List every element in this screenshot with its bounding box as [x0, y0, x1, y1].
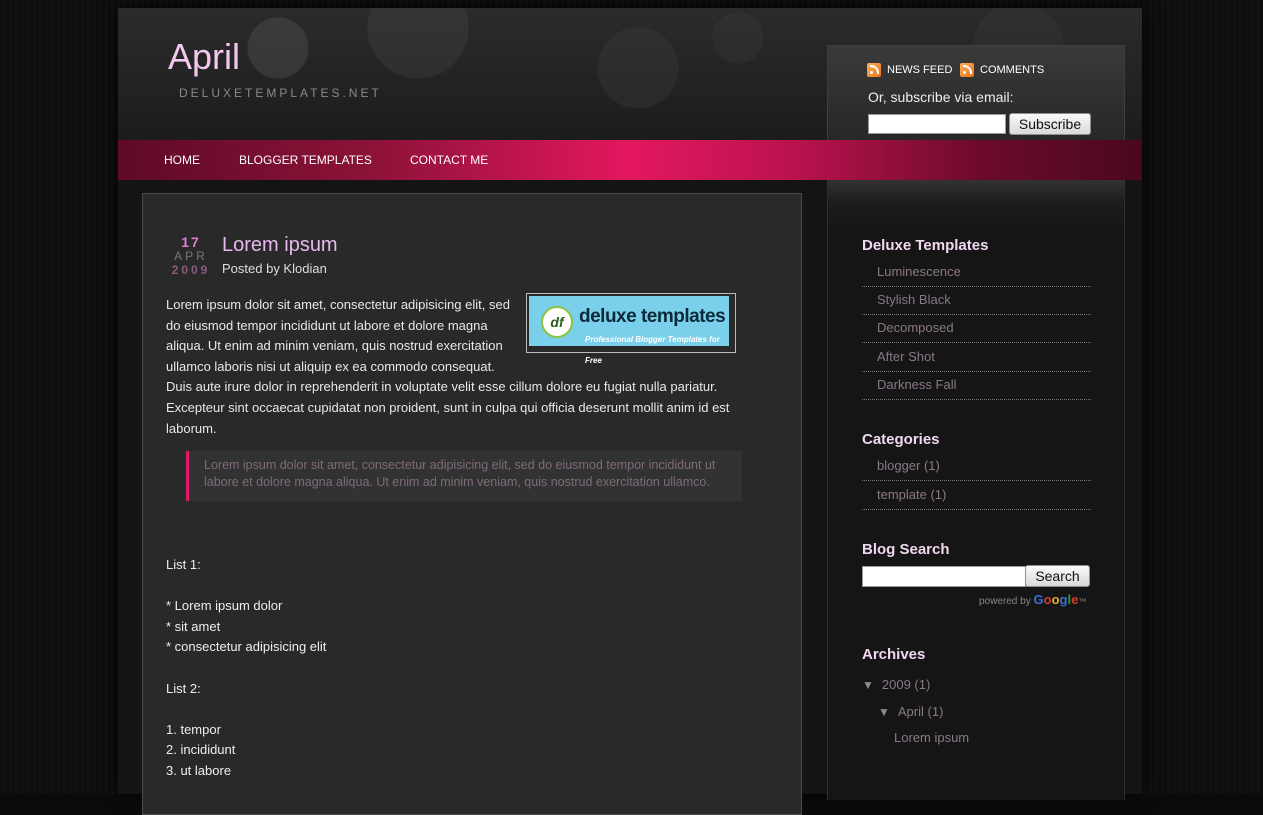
post-image: df deluxe templates Professional Blogger…	[526, 293, 736, 365]
blog-post: 17 APR 2009 Lorem ipsum Posted by Klodia…	[142, 193, 802, 815]
sidebar-item-decomposed[interactable]: Decomposed	[862, 315, 1091, 343]
sidebar-item-luminescence[interactable]: Luminescence	[862, 259, 1091, 287]
site-title[interactable]: April	[168, 36, 240, 78]
rss-icon	[867, 63, 881, 77]
list-item: 1. tempor	[166, 721, 221, 737]
archive-post-link[interactable]: Lorem ipsum	[894, 730, 969, 745]
search-button[interactable]: Search	[1025, 565, 1090, 587]
df-logo-icon: df	[541, 306, 573, 338]
main-nav: HOME BLOGGER TEMPLATES CONTACT ME	[118, 140, 1142, 180]
triangle-down-icon[interactable]: ▼	[862, 678, 874, 692]
sidebar-item-after-shot[interactable]: After Shot	[862, 344, 1091, 372]
deluxe-templates-logo: df deluxe templates Professional Blogger…	[529, 296, 729, 365]
post-lists: List 1: * Lorem ipsum dolor * sit amet *…	[166, 555, 326, 782]
news-feed-label: NEWS FEED	[887, 64, 953, 76]
news-feed-link[interactable]: NEWS FEED	[867, 63, 952, 77]
nav-item-blogger-templates[interactable]: BLOGGER TEMPLATES	[239, 153, 372, 167]
post-date: 17 APR 2009	[171, 234, 211, 277]
sidebar-item-darkness-fall[interactable]: Darkness Fall	[862, 372, 1091, 400]
site-header: April DELUXETEMPLATES.NET NEWS FEED COMM…	[118, 8, 1142, 147]
blog-search-title: Blog Search	[862, 541, 950, 558]
deluxe-templates-title: Deluxe Templates	[862, 237, 989, 254]
sidebar-item-stylish-black[interactable]: Stylish Black	[862, 287, 1091, 315]
subscribe-text: Or, subscribe via email:	[868, 89, 1014, 105]
site-subtitle: DELUXETEMPLATES.NET	[179, 86, 382, 100]
list-item: * sit amet	[166, 618, 221, 634]
list-item: 2. incididunt	[166, 742, 236, 758]
sidebar: Deluxe Templates Luminescence Stylish Bl…	[827, 180, 1125, 800]
subscribe-box: NEWS FEED COMMENTS Or, subscribe via ema…	[827, 45, 1125, 147]
list-item: * consectetur adipisicing elit	[166, 639, 327, 655]
powered-by-text: powered by	[979, 596, 1031, 607]
archive-year-2009[interactable]: ▼ 2009 (1)	[862, 677, 930, 692]
logo-tagline: Professional Blogger Templates for Free	[585, 335, 720, 365]
comments-feed-link[interactable]: COMMENTS	[960, 63, 1044, 77]
nav-item-home[interactable]: HOME	[164, 153, 200, 167]
post-body: df deluxe templates Professional Blogger…	[166, 293, 736, 439]
rss-icon	[960, 63, 974, 77]
archives-title: Archives	[862, 646, 926, 663]
category-template[interactable]: template (1)	[862, 482, 1091, 510]
email-subscribe-input[interactable]	[868, 114, 1006, 134]
page-wrapper: April DELUXETEMPLATES.NET NEWS FEED COMM…	[118, 8, 1142, 815]
archive-post-label[interactable]: Lorem ipsum	[894, 730, 969, 745]
categories-title: Categories	[862, 431, 940, 448]
list-item: 3. ut labore	[166, 762, 232, 778]
list-2-title: List 2:	[166, 680, 201, 696]
post-date-day: 17	[181, 234, 201, 250]
post-date-year: 2009	[171, 263, 211, 277]
powered-by-google: powered by Google™	[979, 592, 1087, 607]
list-item: * Lorem ipsum dolor	[166, 598, 283, 614]
post-date-month: APR	[174, 249, 208, 263]
list-1-title: List 1:	[166, 557, 201, 572]
archive-month-april[interactable]: ▼ April (1)	[878, 704, 943, 719]
triangle-down-icon[interactable]: ▼	[878, 705, 890, 719]
blog-search-input[interactable]	[862, 566, 1026, 587]
post-byline: Posted by Klodian	[222, 261, 327, 276]
archive-year-label[interactable]: 2009 (1)	[882, 677, 930, 692]
post-title[interactable]: Lorem ipsum	[222, 234, 338, 257]
post-blockquote: Lorem ipsum dolor sit amet, consectetur …	[186, 451, 742, 501]
logo-main-text: deluxe templates	[579, 306, 726, 327]
category-blogger[interactable]: blogger (1)	[862, 453, 1091, 481]
google-logo: Google	[1033, 592, 1079, 607]
subscribe-button[interactable]: Subscribe	[1009, 113, 1091, 135]
comments-feed-label: COMMENTS	[980, 64, 1045, 76]
archive-month-label[interactable]: April (1)	[898, 704, 944, 719]
nav-item-contact-me[interactable]: CONTACT ME	[410, 153, 488, 167]
